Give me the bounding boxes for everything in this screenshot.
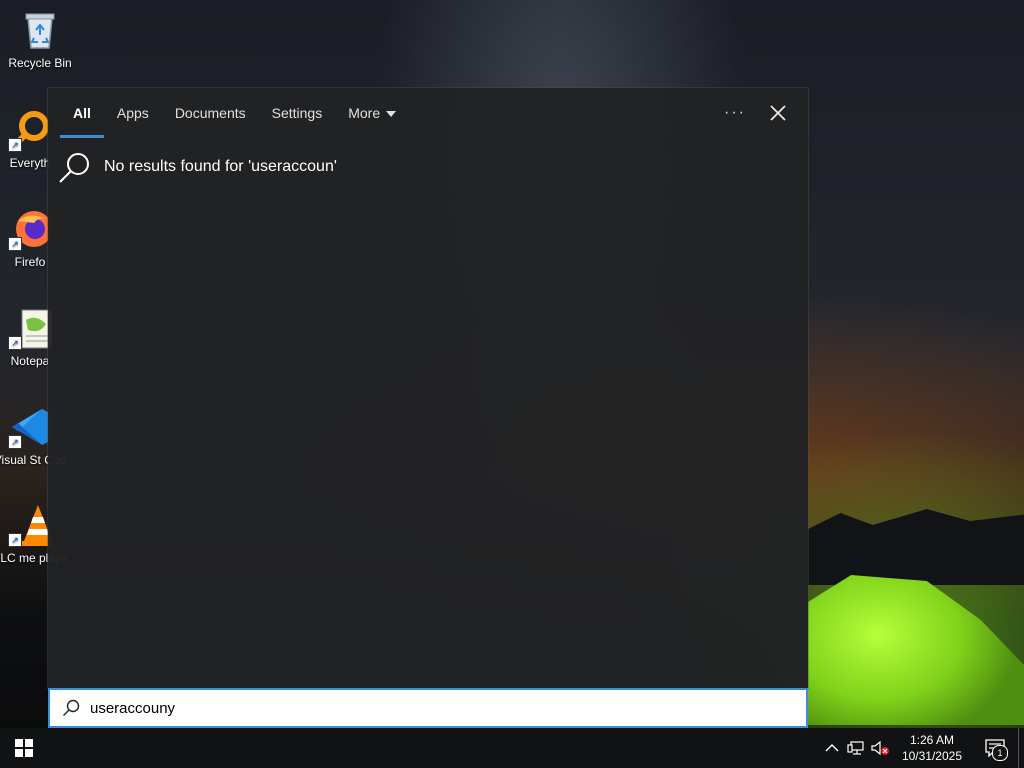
network-button[interactable] bbox=[844, 728, 868, 768]
shortcut-arrow-icon: ↗ bbox=[8, 435, 22, 449]
chevron-down-icon bbox=[386, 111, 397, 118]
no-results-text: No results found for 'useraccoun' bbox=[104, 158, 337, 175]
chevron-up-icon bbox=[825, 744, 839, 752]
show-desktop-button[interactable] bbox=[1018, 728, 1024, 768]
taskbar: 1:26 AM 10/31/2025 1 bbox=[0, 728, 1024, 768]
tab-apps[interactable]: Apps bbox=[104, 88, 162, 138]
search-tabs: All Apps Documents Settings More bbox=[60, 88, 409, 138]
tab-more-label: More bbox=[348, 105, 381, 121]
search-icon bbox=[63, 699, 80, 716]
shortcut-arrow-icon: ↗ bbox=[8, 237, 22, 251]
wallpaper-tent bbox=[808, 575, 1024, 725]
volume-button[interactable] bbox=[868, 728, 892, 768]
volume-muted-icon bbox=[871, 740, 889, 756]
close-icon[interactable] bbox=[768, 103, 788, 123]
desktop-icon-recycle-bin[interactable]: Recycle Bin bbox=[0, 8, 80, 71]
start-button[interactable] bbox=[0, 728, 48, 768]
tab-documents[interactable]: Documents bbox=[162, 88, 259, 138]
windows-logo-icon bbox=[15, 739, 33, 757]
search-icon bbox=[59, 153, 89, 183]
more-options-button[interactable]: ··· bbox=[724, 104, 746, 122]
clock-date: 10/31/2025 bbox=[901, 749, 962, 763]
action-center-button[interactable]: 1 bbox=[972, 728, 1018, 768]
search-panel: All Apps Documents Settings More ··· No … bbox=[48, 88, 808, 688]
clock[interactable]: 1:26 AM 10/31/2025 bbox=[892, 732, 972, 764]
search-panel-actions: ··· bbox=[724, 88, 788, 138]
shortcut-arrow-icon: ↗ bbox=[8, 138, 22, 152]
notification-count-badge: 1 bbox=[992, 745, 1008, 761]
system-tray: 1:26 AM 10/31/2025 1 bbox=[820, 728, 1024, 768]
notepad-plus-plus-icon: ↗ bbox=[8, 306, 53, 350]
show-hidden-icons-button[interactable] bbox=[820, 728, 844, 768]
search-box[interactable] bbox=[48, 688, 808, 728]
wallpaper-hills bbox=[808, 509, 1024, 585]
desktop-icon-label: Recycle Bin bbox=[8, 56, 72, 70]
vscode-icon: ↗ bbox=[8, 405, 52, 449]
shortcut-arrow-icon: ↗ bbox=[8, 533, 22, 547]
no-results-message: No results found for 'useraccoun' bbox=[58, 150, 337, 184]
firefox-icon: ↗ bbox=[8, 207, 52, 251]
tab-settings[interactable]: Settings bbox=[259, 88, 336, 138]
tab-more[interactable]: More bbox=[335, 88, 409, 138]
network-icon bbox=[847, 741, 864, 755]
recycle-bin-icon bbox=[18, 8, 62, 52]
clock-time: 1:26 AM bbox=[909, 733, 954, 747]
vlc-icon: ↗ bbox=[8, 503, 54, 547]
everything-search-icon: ↗ bbox=[8, 108, 52, 152]
tab-all[interactable]: All bbox=[60, 88, 104, 138]
shortcut-arrow-icon: ↗ bbox=[8, 336, 22, 350]
search-input[interactable] bbox=[90, 699, 770, 717]
